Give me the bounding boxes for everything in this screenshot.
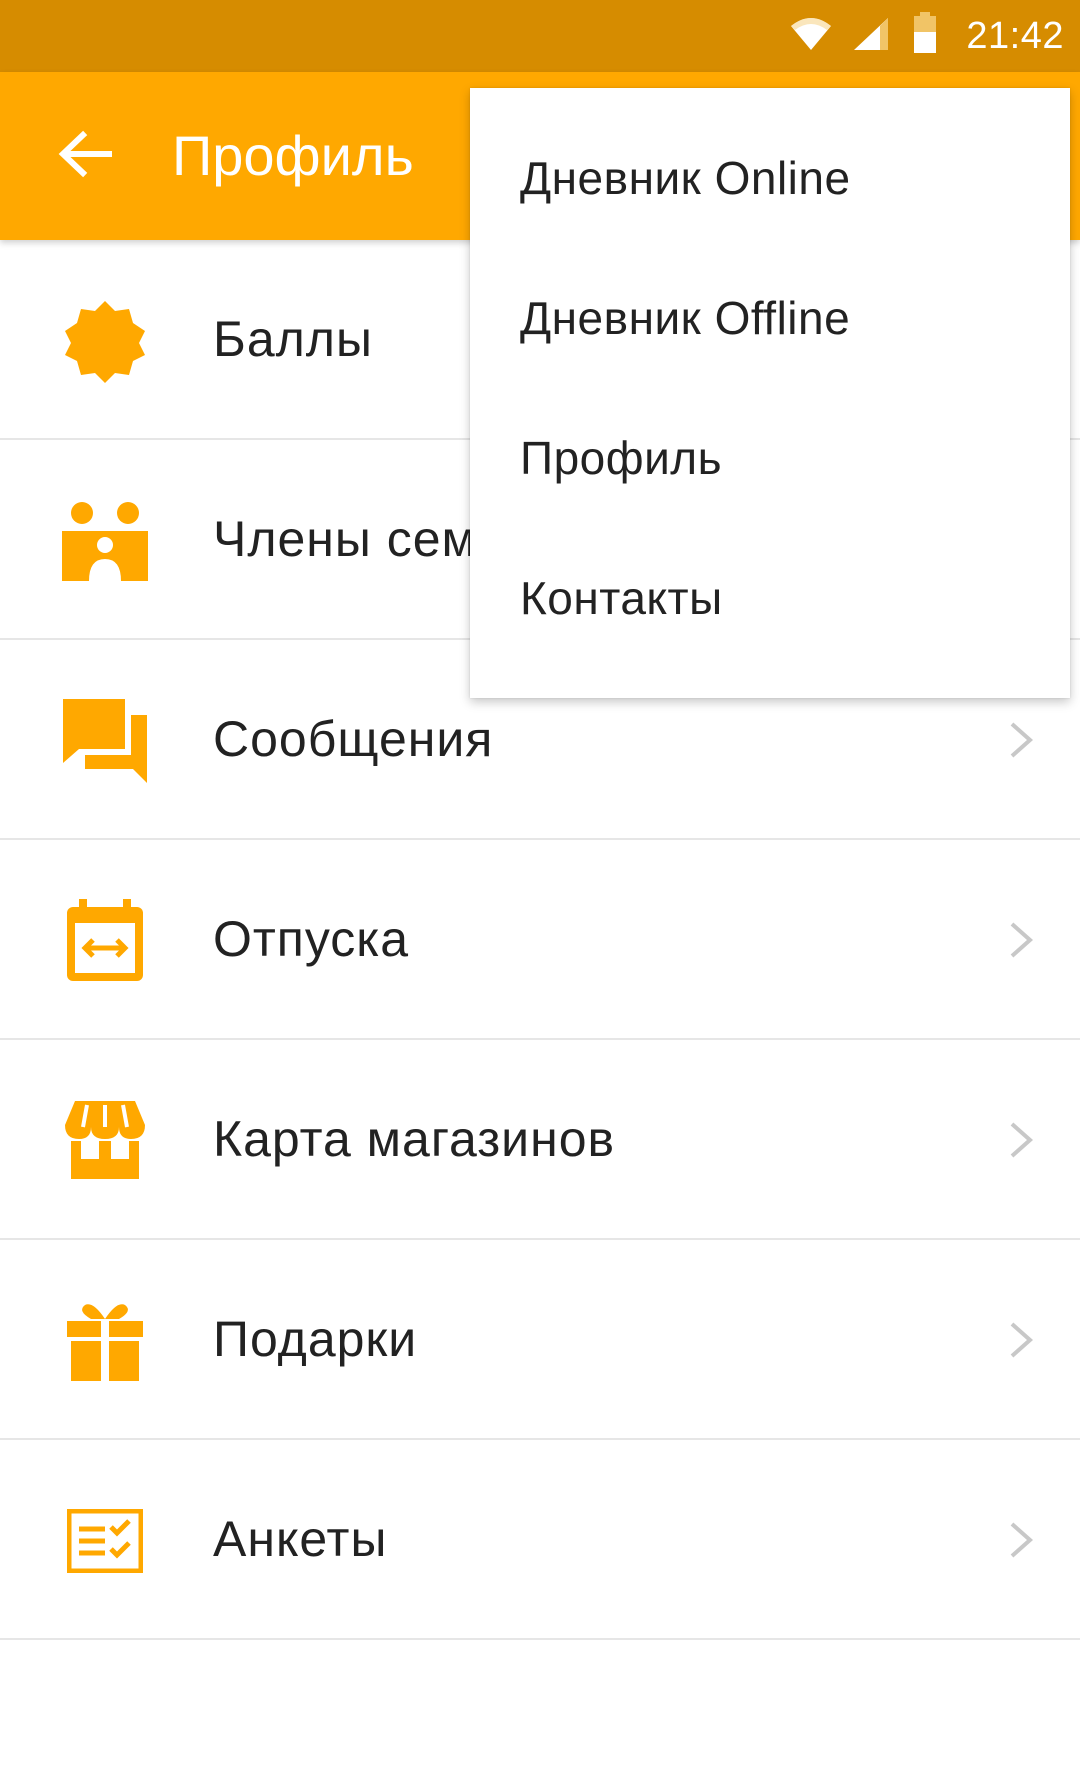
menu-item-vacations[interactable]: Отпуска xyxy=(0,840,1080,1040)
overflow-menu: Дневник Online Дневник Offline Профиль К… xyxy=(470,88,1070,698)
chevron-right-icon xyxy=(1000,720,1040,760)
menu-item-label: Баллы xyxy=(213,311,373,367)
status-time: 21:42 xyxy=(966,15,1064,57)
overflow-item-diary-online[interactable]: Дневник Online xyxy=(470,128,1070,268)
overflow-item-diary-offline[interactable]: Дневник Offline xyxy=(470,268,1070,408)
menu-item-label: Подарки xyxy=(213,1311,418,1367)
menu-item-label: Отпуска xyxy=(213,911,410,967)
menu-item-questionnaires[interactable]: Анкеты xyxy=(0,1440,1080,1640)
chevron-right-icon xyxy=(1000,1120,1040,1160)
battery-icon xyxy=(912,12,938,59)
chevron-right-icon xyxy=(1000,920,1040,960)
family-icon xyxy=(60,496,150,586)
wifi-icon xyxy=(790,16,832,57)
arrow-back-icon xyxy=(57,129,113,184)
status-bar: 21:42 xyxy=(0,0,1080,72)
menu-item-label: Анкеты xyxy=(213,1511,388,1567)
signal-icon xyxy=(852,16,890,57)
store-icon xyxy=(60,1096,150,1186)
calendar-icon xyxy=(60,896,150,986)
chevron-right-icon xyxy=(1000,1520,1040,1560)
overflow-item-contacts[interactable]: Контакты xyxy=(470,548,1070,688)
menu-item-gifts[interactable]: Подарки xyxy=(0,1240,1080,1440)
badge-icon xyxy=(60,296,150,386)
menu-item-store-map[interactable]: Карта магазинов xyxy=(0,1040,1080,1240)
back-button[interactable] xyxy=(40,114,130,198)
chat-icon xyxy=(60,696,150,786)
page-title: Профиль xyxy=(172,124,414,187)
gift-icon xyxy=(60,1296,150,1386)
overflow-item-profile[interactable]: Профиль xyxy=(470,408,1070,548)
chevron-right-icon xyxy=(1000,1320,1040,1360)
checklist-icon xyxy=(60,1496,150,1586)
menu-item-label: Карта магазинов xyxy=(213,1111,616,1167)
menu-item-label: Сообщения xyxy=(213,711,494,767)
